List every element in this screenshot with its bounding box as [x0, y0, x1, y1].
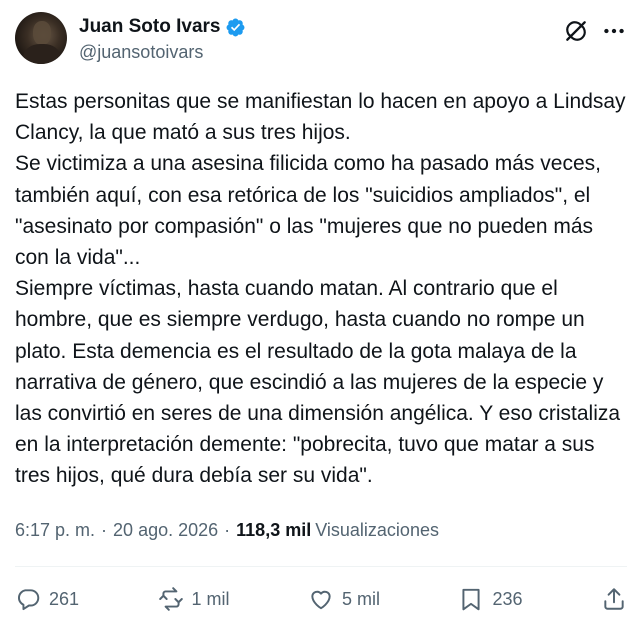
grok-icon[interactable]	[563, 18, 589, 44]
reply-count: 261	[49, 588, 80, 609]
tweet-text: Estas personitas que se manifiestan lo h…	[15, 90, 626, 488]
share-button[interactable]	[601, 586, 627, 612]
repost-button[interactable]: 1 mil	[158, 586, 230, 612]
action-bar: 261 1 mil 5 mil 236	[15, 578, 627, 620]
avatar-shoulder	[23, 44, 61, 64]
bookmark-icon	[462, 588, 481, 611]
reply-button[interactable]: 261	[15, 586, 79, 612]
divider	[15, 566, 627, 567]
author-handle[interactable]: @juansotoivars	[79, 42, 203, 63]
like-button[interactable]: 5 mil	[308, 586, 380, 612]
meta-separator: ·	[224, 520, 231, 540]
avatar[interactable]	[15, 12, 67, 64]
author-name[interactable]: Juan Soto Ivars	[79, 16, 221, 38]
verified-badge-icon	[225, 17, 246, 38]
like-count: 5 mil	[342, 588, 381, 609]
reply-icon	[17, 589, 40, 611]
like-icon	[311, 590, 331, 610]
tweet-time[interactable]: 6:17 p. m.	[15, 520, 95, 541]
more-icon[interactable]	[601, 18, 627, 44]
author-name-row: Juan Soto Ivars	[79, 16, 246, 38]
views-label: Visualizaciones	[315, 520, 439, 540]
repost-icon	[158, 587, 183, 611]
tweet-meta: 6:17 p. m. · 20 ago. 2026 · 118,3 mil Vi…	[15, 520, 439, 541]
meta-separator: ·	[101, 520, 108, 540]
bookmark-count: 236	[492, 588, 523, 609]
tweet-header: Juan Soto Ivars @juansotoivars	[15, 12, 627, 66]
tweet-date[interactable]: 20 ago. 2026	[113, 520, 218, 541]
repost-count: 1 mil	[191, 588, 230, 609]
avatar-face	[33, 21, 51, 45]
share-icon	[604, 588, 624, 610]
bookmark-button[interactable]: 236	[458, 586, 523, 612]
views-count: 118,3 mil	[236, 520, 312, 540]
